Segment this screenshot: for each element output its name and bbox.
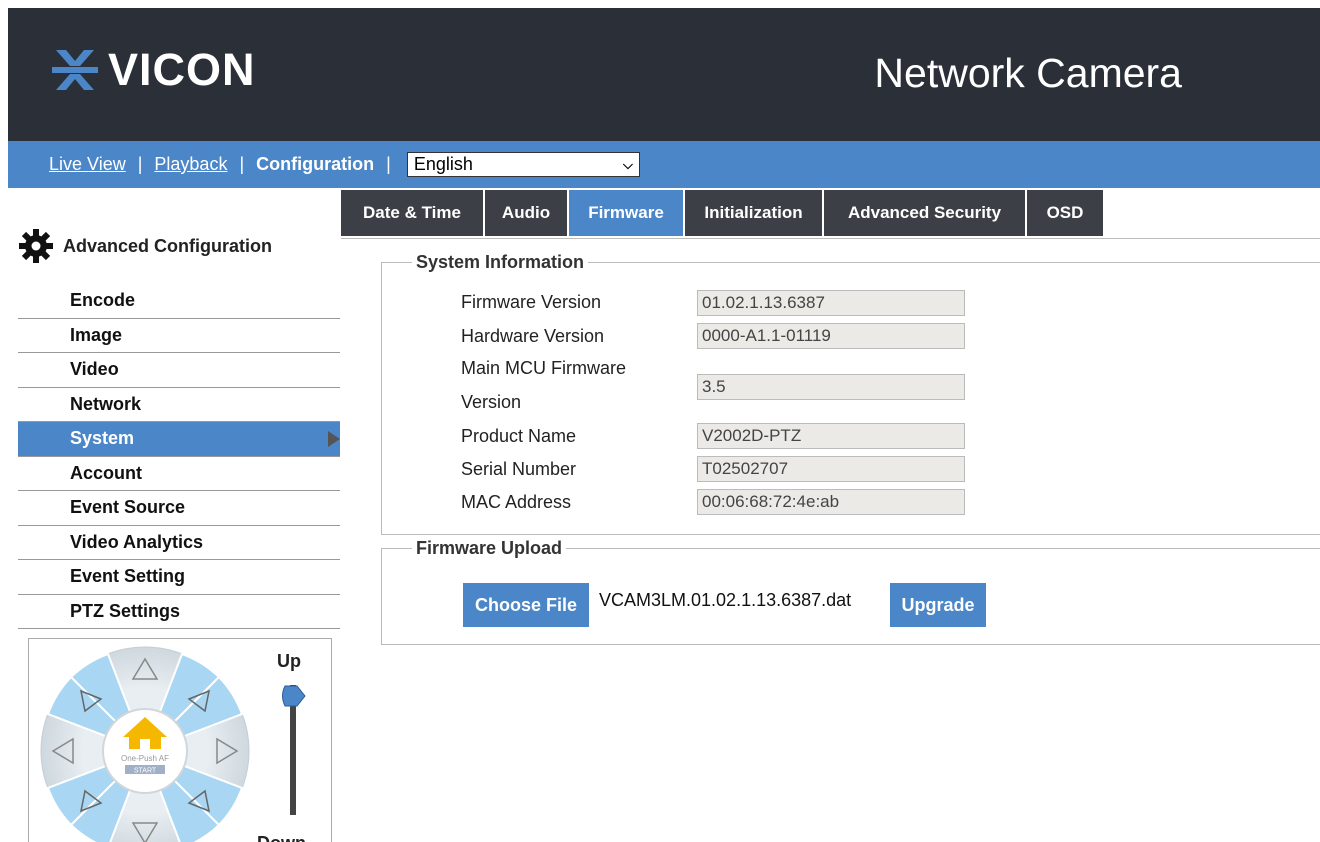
product-name-field: V2002D-PTZ bbox=[697, 423, 965, 449]
brand-name: VICON bbox=[108, 44, 256, 95]
tab-audio[interactable]: Audio bbox=[485, 190, 567, 236]
mac-address-label: MAC Address bbox=[461, 492, 572, 512]
sidebar-item-account[interactable]: Account bbox=[18, 457, 340, 491]
nav-separator: | bbox=[239, 154, 245, 174]
tab-firmware[interactable]: Firmware bbox=[569, 190, 683, 236]
product-title: Network Camera bbox=[874, 50, 1182, 96]
sidebar-item-event-source[interactable]: Event Source bbox=[18, 491, 340, 526]
sidebar-item-label: Network bbox=[70, 393, 142, 414]
chevron-down-icon: ⌵ bbox=[622, 156, 633, 172]
nav-live-view[interactable]: Live View bbox=[49, 154, 126, 175]
zoom-up-label: Up bbox=[277, 651, 301, 671]
sidebar-item-video[interactable]: Video bbox=[18, 353, 340, 388]
one-push-af-text: One-Push AF bbox=[121, 754, 169, 763]
nav-configuration[interactable]: Configuration bbox=[256, 154, 374, 175]
sidebar-item-video-analytics[interactable]: Video Analytics bbox=[18, 526, 340, 560]
sidebar-item-network[interactable]: Network bbox=[18, 388, 340, 422]
sidebar-item-event-setting[interactable]: Event Setting bbox=[18, 560, 340, 595]
app-window: VICON Network Camera Live View | Playbac… bbox=[8, 8, 1320, 842]
sidebar-item-label: PTZ Settings bbox=[70, 600, 181, 621]
firmware-version-label: Firmware Version bbox=[461, 292, 602, 312]
sidebar-item-label: Image bbox=[70, 324, 123, 345]
zoom-down-label: Down bbox=[257, 833, 306, 842]
top-nav: Live View | Playback | Configuration | E… bbox=[8, 141, 1320, 188]
advanced-config-header: Advanced Configuration bbox=[18, 228, 272, 264]
tab-date-time[interactable]: Date & Time bbox=[341, 190, 483, 236]
sidebar-item-label: System bbox=[70, 428, 135, 449]
language-value: English bbox=[413, 154, 473, 174]
mcu-firmware-field: 3.5 bbox=[697, 374, 965, 400]
sidebar-item-system[interactable]: System bbox=[18, 422, 340, 457]
serial-number-field: T02502707 bbox=[697, 456, 965, 482]
product-name-label: Product Name bbox=[461, 426, 577, 446]
nav-playback[interactable]: Playback bbox=[154, 154, 227, 175]
sidebar-item-label: Encode bbox=[70, 290, 136, 311]
main-content: Date & Time Audio Firmware Initializatio… bbox=[341, 188, 1320, 842]
vicon-logo-icon bbox=[52, 50, 98, 90]
logo: VICON bbox=[52, 44, 256, 95]
mcu-firmware-label-line2: Version bbox=[461, 392, 522, 412]
firmware-version-field: 01.02.1.13.6387 bbox=[697, 290, 965, 316]
sidebar-item-ptz-settings[interactable]: PTZ Settings bbox=[18, 595, 340, 629]
tab-initialization[interactable]: Initialization bbox=[685, 190, 822, 236]
header: VICON Network Camera bbox=[8, 8, 1320, 141]
sidebar-item-image[interactable]: Image bbox=[18, 319, 340, 353]
arrow-right-icon bbox=[328, 431, 340, 447]
sidebar-item-encode[interactable]: Encode bbox=[18, 284, 340, 319]
zoom-slider-handle[interactable] bbox=[279, 685, 307, 707]
start-text: START bbox=[134, 768, 157, 775]
hardware-version-field: 0000-A1.1-01119 bbox=[697, 323, 965, 349]
language-select[interactable]: English ⌵ bbox=[406, 152, 640, 177]
mac-address-field: 00:06:68:72:4e:ab bbox=[697, 489, 965, 515]
sidebar-item-label: Account bbox=[70, 462, 142, 483]
gear-icon bbox=[19, 229, 53, 263]
system-information-legend: System Information bbox=[416, 252, 585, 272]
ptz-control-panel: One-Push AF START Up Down bbox=[28, 638, 332, 842]
sidebar: Advanced Configuration Encode Image Vide… bbox=[18, 188, 340, 842]
sidebar-item-label: Video Analytics bbox=[70, 531, 204, 552]
tab-divider bbox=[341, 238, 1320, 239]
tab-advanced-security[interactable]: Advanced Security bbox=[824, 190, 1025, 236]
nav-separator: | bbox=[137, 154, 143, 174]
ptz-direction-pad: One-Push AF START bbox=[40, 646, 250, 842]
firmware-upload-legend: Firmware Upload bbox=[416, 538, 563, 558]
advanced-config-title: Advanced Configuration bbox=[63, 235, 273, 256]
sidebar-item-label: Video bbox=[70, 359, 119, 380]
upgrade-button[interactable]: Upgrade bbox=[890, 583, 986, 627]
sidebar-item-label: Event Source bbox=[70, 497, 186, 518]
tab-bar: Date & Time Audio Firmware Initializatio… bbox=[341, 190, 1105, 236]
nav-separator: | bbox=[386, 154, 391, 174]
sidebar-item-label: Event Setting bbox=[70, 566, 186, 587]
mcu-firmware-label-line1: Main MCU Firmware bbox=[461, 358, 627, 378]
sidebar-menu: Encode Image Video Network System Accoun… bbox=[18, 284, 340, 629]
serial-number-label: Serial Number bbox=[461, 459, 577, 479]
tab-osd[interactable]: OSD bbox=[1027, 190, 1103, 236]
hardware-version-label: Hardware Version bbox=[461, 326, 605, 346]
choose-file-button[interactable]: Choose File bbox=[463, 583, 589, 627]
selected-file-name: VCAM3LM.01.02.1.13.6387.dat bbox=[599, 590, 852, 610]
